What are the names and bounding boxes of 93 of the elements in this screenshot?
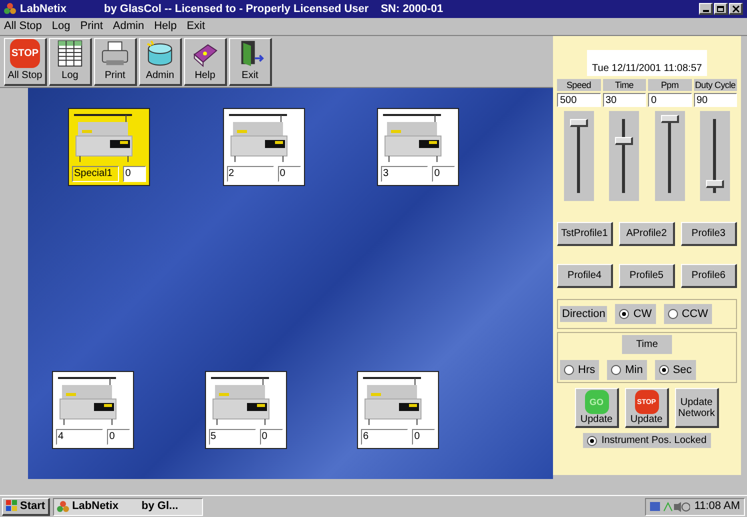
- vertical-slider[interactable]: [654, 111, 685, 201]
- vertical-slider[interactable]: [609, 111, 640, 201]
- taskbar-task[interactable]: LabNetix by Gl...: [53, 498, 204, 516]
- instrument-tile[interactable]: 2 0: [222, 108, 304, 186]
- app-logo-icon: [4, 3, 16, 15]
- menu-item[interactable]: Log: [52, 18, 70, 35]
- stop-sign-icon: STOP: [10, 39, 40, 68]
- control-label: Ppm: [648, 79, 692, 91]
- update-button[interactable]: GO Update: [575, 388, 619, 428]
- instrument-tile[interactable]: 5 0: [204, 371, 286, 449]
- instrument-count-field[interactable]: 0: [123, 166, 146, 182]
- window-subtitle: by GlasCol -- Licensed to - Properly Licensed User: [104, 2, 369, 17]
- serial-number: SN: 2000-01: [380, 2, 444, 17]
- direction-label: Direction: [560, 306, 608, 322]
- instrument-name-field[interactable]: 3: [381, 166, 428, 182]
- vertical-slider[interactable]: [564, 111, 594, 201]
- instrument-name-field[interactable]: Special1: [72, 166, 120, 182]
- instrument-name-field[interactable]: 2: [226, 166, 274, 182]
- go-sign-icon: GO: [584, 390, 608, 414]
- close-icon[interactable]: [729, 3, 743, 15]
- radio-option[interactable]: Hrs: [560, 360, 600, 380]
- control-label: Speed: [557, 79, 600, 91]
- slider-thumb[interactable]: [570, 118, 588, 127]
- minimize-icon[interactable]: [699, 3, 713, 15]
- instrument-count-field[interactable]: 0: [432, 166, 455, 182]
- update-button[interactable]: Update Network: [675, 388, 719, 428]
- radio-button[interactable]: [619, 309, 630, 319]
- radio-button[interactable]: [658, 365, 669, 375]
- app-logo-icon: [57, 500, 70, 512]
- menu-item[interactable]: Admin: [112, 18, 144, 35]
- profile-button[interactable]: Profile4: [557, 264, 613, 288]
- instrument-name-field[interactable]: 5: [208, 429, 256, 445]
- instrument-count-field[interactable]: 0: [107, 429, 130, 445]
- radio-label: Min: [625, 362, 643, 378]
- cylinder-icon: [145, 39, 175, 68]
- toolbar-button[interactable]: Log: [49, 38, 92, 86]
- control-label: Time: [602, 79, 646, 91]
- radio-label: Sec: [672, 362, 692, 378]
- toolbar-button[interactable]: STOP All Stop: [4, 38, 47, 86]
- toolbar-button[interactable]: Admin: [139, 38, 182, 86]
- menu-item[interactable]: Help: [154, 18, 177, 35]
- value-field[interactable]: 0: [648, 93, 692, 107]
- radio-label: Hrs: [578, 362, 596, 378]
- instrument-count-field[interactable]: 0: [278, 166, 300, 182]
- radio-label: CW: [633, 306, 652, 322]
- radio-label: CCW: [682, 306, 708, 322]
- value-field[interactable]: 90: [694, 93, 737, 107]
- slider-thumb[interactable]: [615, 137, 634, 146]
- profile-button[interactable]: AProfile2: [619, 222, 675, 246]
- instrument-tile[interactable]: 3 0: [377, 108, 459, 186]
- radio-option[interactable]: CCW: [664, 304, 712, 324]
- windows-logo-icon: [6, 500, 18, 512]
- datetime-display: Tue 12/11/2001 11:08:57: [587, 50, 707, 76]
- value-field[interactable]: 500: [557, 93, 600, 107]
- menu-item[interactable]: All Stop: [4, 18, 42, 35]
- instrument-tile[interactable]: 4 0: [52, 371, 134, 449]
- instrument-name-field[interactable]: 6: [361, 429, 408, 445]
- toolbar-button[interactable]: Help: [184, 38, 227, 86]
- restore-icon[interactable]: [714, 3, 728, 15]
- menu-item[interactable]: Print: [80, 18, 103, 35]
- toolbar-button[interactable]: Print: [94, 38, 137, 86]
- radio-option[interactable]: CW: [615, 304, 656, 324]
- lock-label: Instrument Pos. Locked: [601, 434, 707, 448]
- radio-option[interactable]: Sec: [654, 360, 696, 380]
- slider-thumb[interactable]: [706, 180, 724, 188]
- control-label: Duty Cycle: [694, 79, 737, 91]
- profile-button[interactable]: Profile5: [619, 264, 675, 288]
- profile-button[interactable]: TstProfile1: [557, 222, 613, 246]
- slider-thumb[interactable]: [660, 115, 679, 123]
- value-field[interactable]: 30: [602, 93, 646, 107]
- instrument-tile[interactable]: 6 0: [357, 371, 439, 449]
- profile-button[interactable]: Profile6: [681, 264, 737, 288]
- vertical-slider[interactable]: [700, 111, 730, 201]
- radio-button[interactable]: [587, 436, 598, 446]
- instrument-name-field[interactable]: 4: [56, 429, 104, 445]
- radio-button[interactable]: [668, 309, 678, 319]
- radio-button[interactable]: [611, 365, 622, 375]
- toolbar-button[interactable]: Exit: [229, 38, 272, 86]
- lock-option[interactable]: Instrument Pos. Locked: [583, 433, 711, 448]
- instrument-count-field[interactable]: 0: [260, 429, 282, 445]
- instrument-count-field[interactable]: 0: [412, 429, 435, 445]
- menu-item[interactable]: Exit: [186, 18, 206, 35]
- clock: 11:08 AM: [694, 499, 740, 514]
- instrument-tile[interactable]: Special1 0: [68, 108, 150, 186]
- profile-button[interactable]: Profile3: [681, 222, 737, 246]
- printer-icon: [100, 39, 130, 68]
- table-icon: [55, 39, 85, 68]
- window-title: LabNetix: [20, 2, 68, 17]
- tray-icons-drawing: [650, 500, 690, 512]
- radio-button[interactable]: [564, 365, 574, 375]
- time-unit-label: Time: [622, 335, 672, 354]
- start-button[interactable]: Start: [2, 498, 50, 516]
- radio-option[interactable]: Min: [607, 360, 647, 380]
